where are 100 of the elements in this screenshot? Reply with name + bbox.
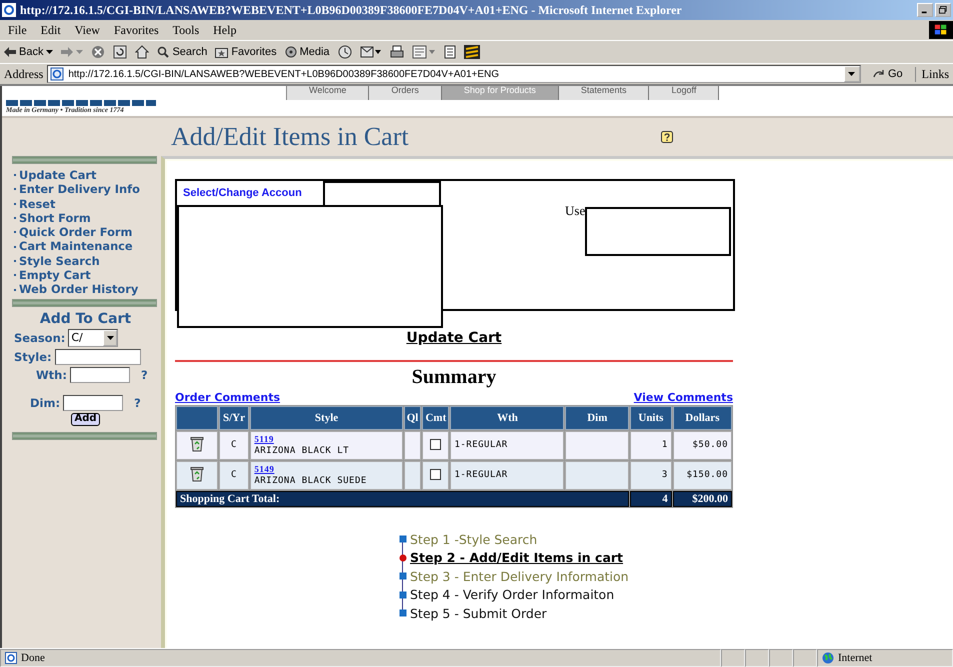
page-title: Add/Edit Items in Cart [171,122,409,152]
step-marker-icon [399,535,407,544]
column-header: Ql [404,406,422,430]
sidebar-link[interactable]: Empty Cart [14,268,161,282]
menu-item[interactable]: Edit [40,22,61,38]
column-header: Style [250,406,403,430]
view-comments-link[interactable]: View Comments [634,391,733,404]
search-icon [157,46,170,58]
restore-button[interactable] [935,3,951,17]
style-input-field[interactable] [54,348,141,365]
back-button[interactable]: Back [4,46,54,58]
user-label: Use [565,203,586,219]
recycle-bin-icon[interactable] [190,466,204,482]
total-units: 4 [630,491,672,507]
nav-tab[interactable]: Statements [558,86,650,100]
nav-tab[interactable]: Welcome [287,86,370,100]
go-arrow-icon [872,69,885,79]
address-field[interactable]: http://172.16.1.5/CGI-BIN/LANSAWEB?WEBEVENT+L0B96D00389F38600FE7D04V+A01+ENG [47,65,861,83]
go-button[interactable]: Go [864,68,911,80]
sidebar-link[interactable]: Enter Delivery Info [14,182,161,197]
sidebar-link[interactable]: Short Form [14,210,161,226]
refresh-icon[interactable] [113,45,128,59]
forward-arrow-icon [61,47,74,57]
mail-icon[interactable] [360,45,382,59]
width-input-field[interactable] [70,366,130,383]
total-label: Shopping Cart Total: [176,491,630,507]
sidebar-link[interactable]: Update Cart [14,168,161,182]
favorites-button[interactable]: Favorites [215,46,277,58]
status-pane [793,649,817,667]
nav-tab[interactable]: Logoff [649,86,720,100]
links-button[interactable]: Links [914,66,949,82]
style-code-link[interactable]: 5149 [254,464,274,474]
table-cell [565,461,630,490]
summary-heading: Summary [410,366,498,389]
globe-icon [822,652,834,664]
media-button[interactable]: Media [284,46,330,58]
select-account-tab[interactable]: Select/Change Accoun [183,187,302,199]
minimize-button[interactable] [917,3,933,17]
order-comments-link[interactable]: Order Comments [175,391,280,404]
recycle-bin-icon[interactable] [190,436,204,452]
home-icon[interactable] [135,45,150,59]
style-name: ARIZONA BLACK LT [254,446,350,456]
stop-icon[interactable] [91,45,106,59]
step-label[interactable]: Step 1 -Style Search [410,532,538,547]
messenger-icon[interactable] [464,45,480,59]
restore-icon [939,6,947,14]
comment-checkbox[interactable] [430,468,442,480]
help-link[interactable]: ? [134,396,141,410]
sidebar-link[interactable]: Reset [14,196,161,211]
disc-icon [284,46,297,58]
print-icon[interactable] [390,45,404,59]
step-label[interactable]: Step 3 - Enter Delivery Information [410,568,629,584]
table-cell: $50.00 [672,431,732,460]
help-icon[interactable] [660,131,673,143]
step-label[interactable]: Step 4 - Verify Order Informaiton [410,587,614,602]
search-button[interactable]: Search [157,46,208,58]
step-marker-icon [399,572,407,580]
width-label: Wth: [36,368,67,382]
menu-item[interactable]: View [74,22,100,38]
menu-item[interactable]: Favorites [114,22,159,38]
page-icon [5,652,17,664]
table-cell: $150.00 [672,461,732,490]
total-dollars: $200.00 [672,491,732,507]
sidebar-link[interactable]: Style Search [14,254,161,268]
column-header: S/Yr [218,406,250,430]
document-icon[interactable] [444,45,456,59]
current-step-icon [399,554,407,562]
menu-item[interactable]: File [8,22,27,38]
comment-checkbox[interactable] [430,438,442,450]
menu-item[interactable]: Tools [172,22,200,38]
dim-label: Dim: [30,396,60,410]
table-cell: 1-REGULAR [450,431,564,460]
style-code-link[interactable]: 5119 [254,434,274,444]
add-button[interactable]: Add [71,412,100,426]
menu-item[interactable]: Help [213,22,236,38]
table-cell: 1-REGULAR [450,461,564,490]
update-cart-link[interactable]: Update Cart [406,330,502,346]
sidebar-link[interactable]: Quick Order Form [14,225,161,240]
caret-icon [848,72,856,76]
history-icon[interactable] [338,45,352,59]
add-to-cart-heading: Add To Cart [38,310,132,327]
step-label: Step 2 - Add/Edit Items in cart [410,550,624,566]
address-dropdown-button[interactable] [844,66,860,82]
security-zone-label: Internet [817,649,953,667]
window-title: http://172.16.1.5/CGI-BIN/LANSAWEB?WEBEVENT+L0B96D00389F38600FE7D04V+A01+ENG - Microsoft Internet Explorer [20,2,682,18]
column-header: Units [630,406,672,430]
sidebar-link[interactable]: Web Order History [14,282,161,297]
browser-logo-icon [2,3,16,17]
column-header [176,406,218,430]
sidebar-link[interactable]: Cart Maintenance [14,239,161,254]
help-link[interactable]: ? [140,368,148,382]
step-marker-icon [399,590,407,599]
edit-icon[interactable] [412,45,436,59]
status-pane [745,649,769,667]
season-select[interactable]: C/ [68,328,118,347]
step-label[interactable]: Step 5 - Submit Order [410,606,547,621]
caret-icon [76,50,84,54]
dim-input-field[interactable] [63,394,124,411]
table-cell: C [218,431,250,460]
address-label: Address [4,66,44,82]
